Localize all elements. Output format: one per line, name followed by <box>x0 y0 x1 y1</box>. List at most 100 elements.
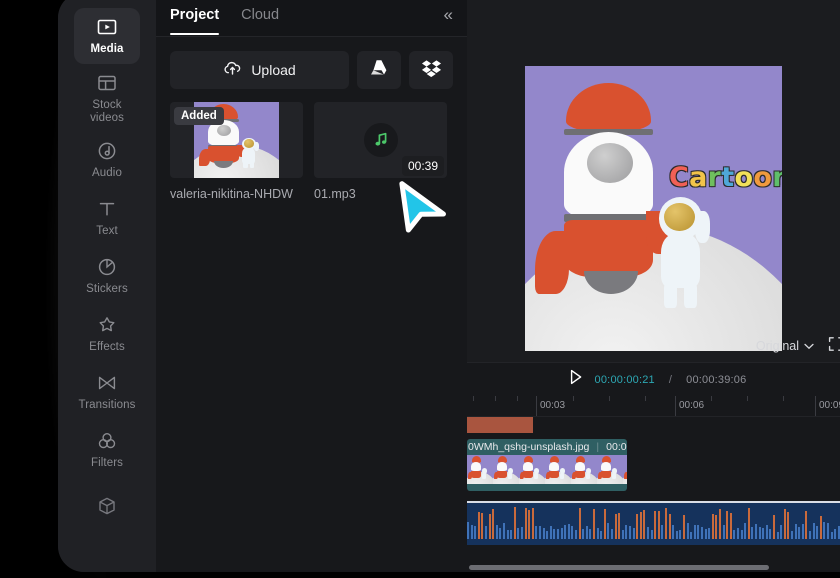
media-item-audio[interactable]: 00:39 01.mp3 <box>314 102 447 201</box>
waveform-bar <box>834 529 837 539</box>
tab-project[interactable]: Project <box>170 0 220 35</box>
preview-canvas[interactable]: Cartoon <box>525 66 782 351</box>
waveform-bar <box>643 509 646 539</box>
media-thumbnail[interactable]: 00:39 <box>314 102 447 178</box>
waveform-bar <box>787 511 790 539</box>
sidebar-item-media[interactable]: Media <box>74 8 140 64</box>
dropbox-button[interactable] <box>409 51 453 89</box>
waveform-bar <box>672 524 675 539</box>
track-marker-bar[interactable] <box>467 417 533 433</box>
clip-duration: 00:05:00 <box>606 441 627 453</box>
waveform-bar <box>593 509 595 539</box>
music-note-icon <box>363 123 398 157</box>
waveform-bar <box>812 522 815 539</box>
waveform-bar <box>729 512 732 539</box>
scale-dropdown-label: Original <box>755 339 799 353</box>
sidebar: Media Stock videos Audio Text Stickers E… <box>58 0 156 572</box>
audio-icon <box>96 140 118 162</box>
media-icon <box>96 16 118 38</box>
overlay-letter: t <box>721 162 735 193</box>
current-time: 00:00:00:21 <box>594 373 655 386</box>
upload-button-label: Upload <box>251 62 296 78</box>
waveform-bar <box>701 527 703 539</box>
timeline-transport: 00:00:00:21 / 00:00:39:06 <box>467 363 840 396</box>
media-grid: Added valeria-nikitina-NHDW 00:39 01.mp3 <box>170 102 453 201</box>
timeline-clip-video[interactable]: 0WMh_qshg-unsplash.jpg | 00:05:00 <box>467 439 627 491</box>
transitions-icon <box>96 372 118 394</box>
waveform-bar <box>726 511 729 539</box>
fullscreen-icon[interactable] <box>828 336 840 357</box>
google-drive-button[interactable] <box>357 51 401 89</box>
waveform-bar <box>600 531 603 539</box>
waveform-bar <box>794 524 797 539</box>
waveform-bar <box>582 529 585 539</box>
upload-button[interactable]: Upload <box>170 51 349 89</box>
waveform-bar <box>830 531 833 539</box>
waveform-bar <box>632 527 635 539</box>
waveform-bar <box>755 524 757 539</box>
waveform-bar <box>531 507 534 539</box>
sidebar-item-elements[interactable] <box>74 480 140 536</box>
waveform-bar <box>639 511 642 539</box>
waveform-bar <box>477 511 480 539</box>
sidebar-item-effects[interactable]: Effects <box>74 306 140 362</box>
waveform-bar <box>715 514 718 539</box>
waveform-bar <box>564 525 567 539</box>
sidebar-item-label: Media <box>90 43 124 56</box>
waveform-bar <box>744 522 747 539</box>
media-thumbnail[interactable]: Added <box>170 102 303 178</box>
waveform-bar <box>773 514 775 539</box>
upload-cloud-icon <box>223 59 242 81</box>
collapse-panel-button[interactable]: « <box>442 2 454 27</box>
play-icon[interactable] <box>569 369 583 390</box>
sidebar-item-stickers[interactable]: Stickers <box>74 248 140 304</box>
preview-toolbar: Original <box>467 330 840 362</box>
waveform-bar <box>546 530 549 539</box>
sidebar-item-text[interactable]: Text <box>74 190 140 246</box>
duration-badge: 00:39 <box>401 156 444 176</box>
filmstrip-frame <box>623 455 627 484</box>
ruler-label: 00:09 <box>819 400 840 411</box>
waveform-bar <box>751 526 754 539</box>
timeline-tracks: 0WMh_qshg-unsplash.jpg | 00:05:00 <box>467 417 840 572</box>
app-root: Media Stock videos Audio Text Stickers E… <box>0 0 840 578</box>
waveform-bar <box>704 528 707 539</box>
waveform-bar <box>747 507 750 539</box>
waveform-bar <box>801 523 804 539</box>
waveform-bar <box>661 524 664 539</box>
elements-cube-icon <box>96 495 118 517</box>
sidebar-item-label: Stickers <box>86 283 128 296</box>
timeline-scrollbar[interactable] <box>469 565 769 570</box>
waveform-bar <box>614 514 617 539</box>
filmstrip-frame <box>545 455 571 484</box>
sidebar-item-stock-videos[interactable]: Stock videos <box>74 66 140 130</box>
waveform-bar <box>668 514 671 539</box>
filmstrip-frame <box>571 455 597 484</box>
main-area: Cartoon Original <box>467 0 840 572</box>
timeline-clip-audio[interactable] <box>467 501 840 545</box>
sidebar-item-transitions[interactable]: Transitions <box>74 364 140 420</box>
overlay-letter: r <box>707 162 722 193</box>
waveform-bar <box>758 527 761 539</box>
ruler-label: 00:06 <box>679 400 705 411</box>
waveform-bar <box>485 526 487 539</box>
sidebar-item-filters[interactable]: Filters <box>74 422 140 478</box>
waveform-bar <box>603 508 606 539</box>
timeline-ruler[interactable]: 00:03 00:06 00:09 <box>467 396 840 417</box>
scale-dropdown[interactable]: Original <box>756 339 814 353</box>
waveform-bar <box>827 523 829 539</box>
waveform-bar <box>611 529 613 539</box>
waveform-bar <box>816 526 819 539</box>
waveform-bar <box>467 522 469 539</box>
sidebar-item-audio[interactable]: Audio <box>74 132 140 188</box>
editor-window: Media Stock videos Audio Text Stickers E… <box>58 0 840 572</box>
waveform-bar <box>585 526 588 539</box>
filmstrip-frame <box>493 455 519 484</box>
waveform-bar <box>607 522 610 539</box>
waveform-bar <box>557 529 559 539</box>
preview-overlay-text[interactable]: Cartoon <box>669 162 782 193</box>
media-item-image[interactable]: Added valeria-nikitina-NHDW <box>170 102 303 201</box>
tab-cloud[interactable]: Cloud <box>241 0 279 35</box>
waveform-bar <box>776 532 779 539</box>
waveform-bar <box>657 511 660 539</box>
